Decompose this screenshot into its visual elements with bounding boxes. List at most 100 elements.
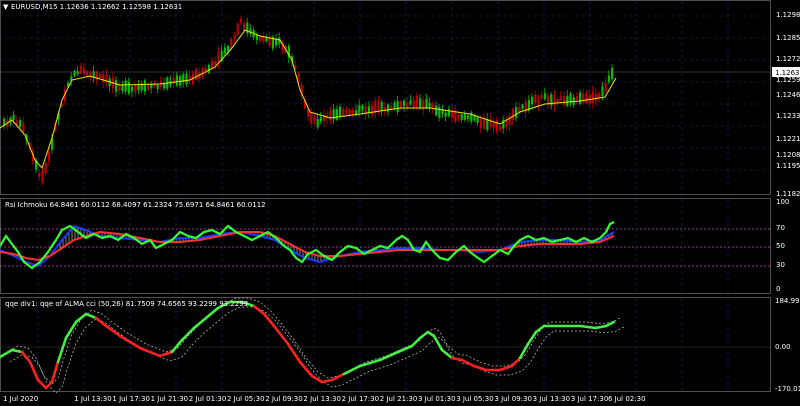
candle-body[interactable] bbox=[492, 121, 495, 128]
candle-body[interactable] bbox=[511, 109, 514, 120]
candle-body[interactable] bbox=[230, 38, 233, 49]
candle-body[interactable] bbox=[211, 61, 214, 69]
candle-body[interactable] bbox=[598, 93, 601, 98]
candle-body[interactable] bbox=[329, 110, 332, 121]
candle-body[interactable] bbox=[495, 120, 498, 133]
candle-body[interactable] bbox=[143, 80, 146, 92]
candle-body[interactable] bbox=[387, 104, 390, 112]
candle-body[interactable] bbox=[566, 95, 569, 107]
candle-body[interactable] bbox=[601, 86, 604, 96]
candle-body[interactable] bbox=[185, 74, 188, 85]
candle-body[interactable] bbox=[447, 109, 450, 116]
candle-body[interactable] bbox=[425, 98, 428, 108]
candle-body[interactable] bbox=[89, 71, 92, 76]
candle-body[interactable] bbox=[403, 100, 406, 107]
candle-body[interactable] bbox=[559, 95, 562, 100]
candle-body[interactable] bbox=[195, 68, 198, 80]
candle-body[interactable] bbox=[150, 84, 153, 89]
candle-body[interactable] bbox=[188, 75, 191, 80]
candle-body[interactable] bbox=[239, 18, 242, 24]
candle-body[interactable] bbox=[310, 112, 313, 124]
candle-body[interactable] bbox=[313, 117, 316, 121]
candle-body[interactable] bbox=[345, 108, 348, 114]
candle-body[interactable] bbox=[435, 105, 438, 116]
candle-body[interactable] bbox=[508, 115, 511, 125]
candle-body[interactable] bbox=[348, 109, 351, 116]
candle-body[interactable] bbox=[591, 91, 594, 103]
candle-body[interactable] bbox=[361, 105, 364, 111]
candle-body[interactable] bbox=[335, 109, 338, 120]
candle-body[interactable] bbox=[342, 109, 345, 116]
candle-body[interactable] bbox=[137, 85, 140, 91]
time-axis[interactable]: 1 Jul 2020 1 Jul 13:30 1 Jul 17:30 1 Jul 21… bbox=[3, 395, 647, 403]
candle-body[interactable] bbox=[521, 104, 524, 109]
candle-body[interactable] bbox=[540, 94, 543, 99]
candle-body[interactable] bbox=[479, 118, 482, 128]
candle-body[interactable] bbox=[351, 109, 354, 114]
candle-body[interactable] bbox=[515, 107, 518, 118]
candle-body[interactable] bbox=[233, 35, 236, 39]
candle-body[interactable] bbox=[355, 110, 358, 115]
candle-body[interactable] bbox=[204, 67, 207, 74]
candle-body[interactable] bbox=[275, 39, 278, 46]
candle-body[interactable] bbox=[380, 101, 383, 111]
candle-body[interactable] bbox=[243, 23, 246, 30]
candle-body[interactable] bbox=[463, 114, 466, 120]
candle-body[interactable] bbox=[499, 126, 502, 131]
candle-body[interactable] bbox=[95, 71, 98, 81]
candle-body[interactable] bbox=[153, 83, 156, 87]
candle-body[interactable] bbox=[537, 96, 540, 106]
candle-body[interactable] bbox=[319, 116, 322, 122]
candle-body[interactable] bbox=[393, 102, 396, 108]
candle-body[interactable] bbox=[217, 52, 220, 63]
candle-body[interactable] bbox=[83, 67, 86, 75]
trading-chart[interactable]: ▼ EURUSD,M15 1.12636 1.12662 1.12598 1.1… bbox=[0, 0, 800, 406]
candle-body[interactable] bbox=[367, 106, 370, 113]
candle-body[interactable] bbox=[364, 106, 367, 116]
dropdown-triangle-icon[interactable]: ▼ bbox=[3, 3, 9, 11]
candle-body[interactable] bbox=[358, 105, 361, 113]
candle-body[interactable] bbox=[607, 75, 610, 83]
candle-body[interactable] bbox=[518, 106, 521, 113]
candle-body[interactable] bbox=[419, 98, 422, 109]
candle-body[interactable] bbox=[12, 114, 15, 120]
candle-body[interactable] bbox=[585, 92, 588, 104]
candle-body[interactable] bbox=[556, 98, 559, 103]
candle-body[interactable] bbox=[115, 80, 118, 92]
candle-body[interactable] bbox=[249, 28, 252, 34]
candle-body[interactable] bbox=[575, 95, 578, 100]
candle-body[interactable] bbox=[163, 83, 166, 89]
candle-body[interactable] bbox=[604, 82, 607, 93]
candle-body[interactable] bbox=[214, 61, 217, 65]
candle-body[interactable] bbox=[131, 86, 134, 92]
candle-body[interactable] bbox=[38, 172, 41, 177]
candle-body[interactable] bbox=[236, 23, 239, 35]
candle-body[interactable] bbox=[460, 114, 463, 120]
candle-body[interactable] bbox=[543, 93, 546, 100]
candle-body[interactable] bbox=[438, 106, 441, 118]
candle-body[interactable] bbox=[259, 36, 262, 41]
candle-body[interactable] bbox=[156, 84, 159, 90]
candle-body[interactable] bbox=[76, 71, 79, 75]
candle-body[interactable] bbox=[409, 100, 412, 105]
candle-body[interactable] bbox=[19, 120, 22, 128]
candle-body[interactable] bbox=[579, 92, 582, 104]
candle-body[interactable] bbox=[553, 94, 556, 107]
candle-body[interactable] bbox=[124, 80, 127, 92]
candle-body[interactable] bbox=[399, 101, 402, 108]
candle-body[interactable] bbox=[99, 74, 102, 79]
candle-body[interactable] bbox=[22, 122, 25, 132]
candle-body[interactable] bbox=[246, 22, 249, 34]
candle-body[interactable] bbox=[467, 115, 470, 120]
candle-body[interactable] bbox=[223, 47, 226, 54]
candle-body[interactable] bbox=[563, 96, 566, 106]
candle-body[interactable] bbox=[134, 85, 137, 93]
candle-body[interactable] bbox=[371, 105, 374, 116]
candle-body[interactable] bbox=[73, 70, 76, 76]
candle-body[interactable] bbox=[457, 114, 460, 119]
candle-body[interactable] bbox=[47, 151, 50, 161]
candle-body[interactable] bbox=[412, 100, 415, 108]
candle-body[interactable] bbox=[316, 119, 319, 128]
candle-body[interactable] bbox=[476, 117, 479, 123]
candle-body[interactable] bbox=[102, 74, 105, 83]
